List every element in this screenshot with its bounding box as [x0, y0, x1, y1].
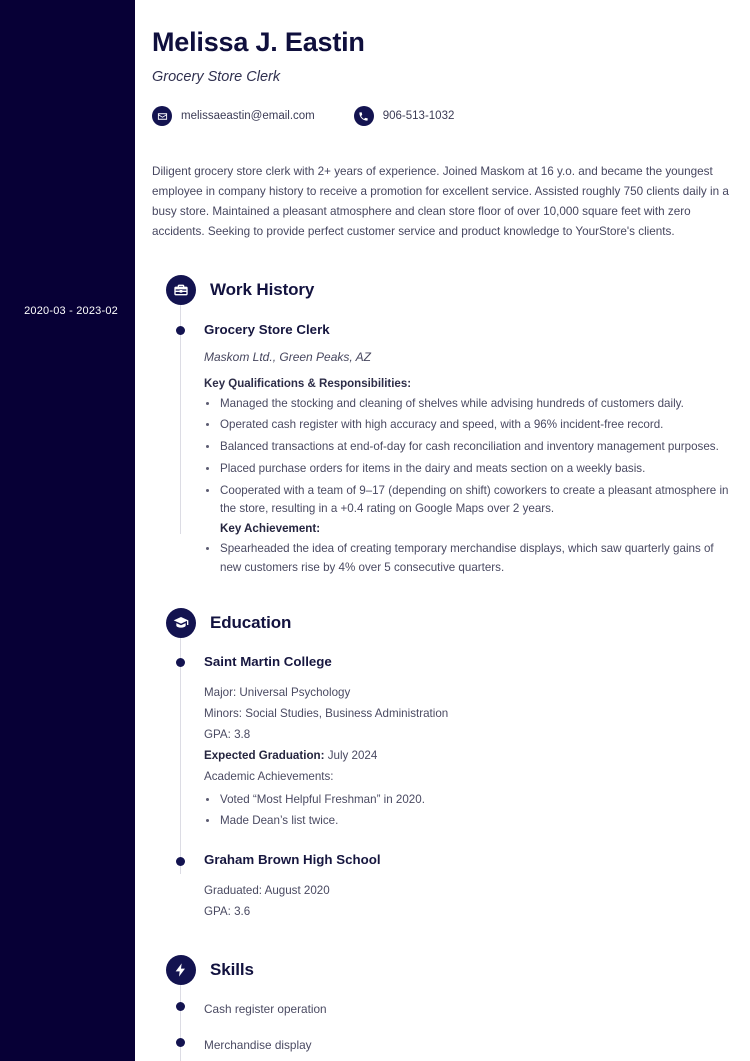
school-name: Graham Brown High School — [204, 852, 381, 868]
expected-graduation-label: Expected Graduation: — [204, 748, 325, 762]
education-detail: GPA: 3.6 — [204, 905, 251, 919]
education-detail: Graduated: August 2020 — [204, 884, 330, 898]
work-entry: Grocery Store Clerk Maskom Ltd., Green P… — [152, 322, 730, 578]
skill-label: Merchandise display — [204, 1038, 312, 1053]
phone-icon — [353, 106, 374, 126]
contact-phone-text: 906-513-1032 — [382, 110, 455, 122]
education-detail: GPA: 3.8 — [204, 727, 251, 741]
education-entry: Graham Brown High School Graduated: Augu… — [152, 852, 730, 921]
timeline-dot — [176, 657, 185, 667]
list-item: Placed purchase orders for items in the … — [204, 460, 730, 479]
list-item: Voted “Most Helpful Freshman” in 2020. — [204, 791, 730, 810]
graduation-cap-icon — [166, 607, 196, 638]
skills-title: Skills — [210, 960, 254, 980]
education-detail: Minors: Social Studies, Business Adminis… — [204, 706, 449, 720]
list-item: Cooperated with a team of 9–17 (dependin… — [204, 482, 730, 520]
work-date-range: 2020-03 - 2023-02 — [24, 305, 118, 317]
professional-summary: Diligent grocery store clerk with 2+ yea… — [152, 165, 729, 239]
section-skills: Skills Cash register operation Merchandi… — [152, 955, 730, 1061]
timeline-dot — [176, 1002, 185, 1012]
work-entry-label: Key Qualifications & Responsibilities: — [204, 377, 412, 390]
timeline-dot — [176, 325, 185, 335]
contact-list: melissaeastin@email.com 906-513-1032 — [152, 106, 730, 126]
lightning-bolt-icon — [166, 955, 196, 986]
skills-header: Skills — [152, 955, 730, 986]
work-achievement-list: Spearheaded the idea of creating tempora… — [204, 540, 730, 578]
list-item: Balanced transactions at end-of-day for … — [204, 438, 730, 457]
envelope-icon — [152, 106, 172, 126]
list-item: Spearheaded the idea of creating tempora… — [204, 540, 730, 578]
work-history-title: Work History — [210, 279, 315, 299]
contact-email[interactable]: melissaeastin@email.com — [152, 106, 315, 126]
school-name: Saint Martin College — [204, 653, 332, 669]
skill-item: Cash register operation — [152, 1000, 730, 1018]
timeline-dot — [176, 1038, 185, 1048]
job-title: Grocery Store Clerk — [152, 69, 281, 85]
contact-phone[interactable]: 906-513-1032 — [353, 106, 455, 126]
work-entry-title: Grocery Store Clerk — [204, 321, 330, 337]
list-item: Operated cash register with high accurac… — [204, 416, 730, 435]
section-work-history: Work History Grocery Store Clerk Maskom … — [152, 274, 730, 578]
section-education: Education Saint Martin College Major: Un… — [152, 607, 730, 921]
work-bullet-list: Managed the stocking and cleaning of she… — [204, 395, 730, 520]
sidebar: 2020-03 - 2023-02 — [0, 0, 135, 1061]
list-item: Managed the stocking and cleaning of she… — [204, 395, 730, 414]
page-title: Melissa J. Eastin — [152, 27, 365, 57]
resume-main: Melissa J. Eastin Grocery Store Clerk me… — [135, 0, 750, 1061]
key-achievement-label: Key Achievement: — [220, 522, 321, 536]
education-entry: Saint Martin College Major: Universal Ps… — [152, 654, 730, 831]
skill-label: Cash register operation — [204, 1002, 327, 1017]
expected-graduation-value: July 2024 — [327, 748, 378, 762]
timeline-dot — [176, 857, 185, 867]
academic-achievement-list: Voted “Most Helpful Freshman” in 2020. M… — [204, 791, 730, 832]
skill-item: Merchandise display — [152, 1036, 730, 1054]
work-history-header: Work History — [152, 274, 730, 305]
academic-achievements-label: Academic Achievements: — [204, 769, 334, 783]
resume-page: 2020-03 - 2023-02 Melissa J. Eastin Groc… — [0, 0, 750, 1061]
briefcase-icon — [166, 274, 196, 305]
contact-email-text: melissaeastin@email.com — [181, 110, 315, 122]
expected-graduation: Expected Graduation: July 2024 — [204, 747, 730, 765]
education-title: Education — [210, 612, 292, 632]
education-header: Education — [152, 607, 730, 638]
list-item: Made Dean’s list twice. — [204, 812, 730, 831]
education-detail: Major: Universal Psychology — [204, 685, 351, 699]
work-entry-company: Maskom Ltd., Green Peaks, AZ — [204, 349, 371, 364]
